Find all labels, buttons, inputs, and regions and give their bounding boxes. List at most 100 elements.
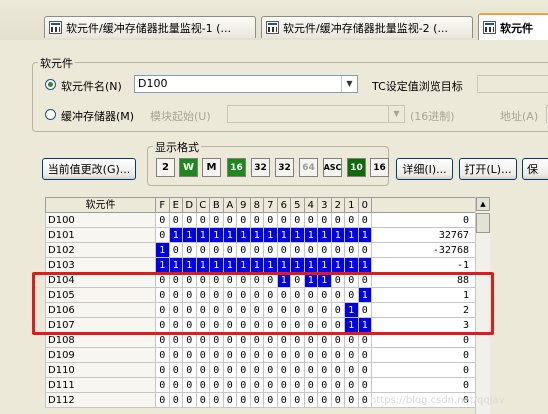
bit-cell[interactable]: 0 [303,347,318,363]
bit-cell[interactable]: 0 [209,362,224,378]
module-start-combobox[interactable]: ▼ [227,105,405,123]
bit-cell[interactable]: 0 [344,377,359,393]
bit-cell[interactable]: 0 [236,212,251,228]
bit-cell[interactable]: 0 [317,362,332,378]
bit-cell[interactable]: 0 [249,347,264,363]
bit-cell[interactable]: 1 [168,257,183,273]
bit-cell[interactable]: 0 [344,212,359,228]
bit-cell[interactable]: 0 [168,242,183,258]
scroll-up-icon[interactable]: ▲ [476,197,490,211]
details-button[interactable]: 详细(I)... [396,158,453,180]
bit-cell[interactable]: 0 [182,392,197,408]
bit-cell[interactable]: 0 [344,347,359,363]
bit-cell[interactable]: 0 [236,377,251,393]
bit-cell[interactable]: 0 [249,212,264,228]
bit-cell[interactable]: 0 [222,362,237,378]
bit-cell[interactable]: 0 [182,347,197,363]
save-button[interactable]: 保 [522,158,548,180]
value-cell[interactable]: 0 [371,212,476,228]
value-cell[interactable]: -1 [371,257,476,273]
device-name-radio[interactable] [45,79,56,90]
bit-cell[interactable]: 0 [222,377,237,393]
table-row[interactable]: D103 1 1 1 1 1 1 1 1 1 1 1 1 1 1 1 1 -1 [45,257,476,273]
chevron-down-icon[interactable]: ▼ [388,106,404,122]
bit-cell[interactable]: 0 [195,242,210,258]
bit-cell[interactable]: 1 [236,257,251,273]
bit-cell[interactable]: 0 [195,212,210,228]
bit-cell[interactable]: 0 [209,242,224,258]
bit-cell[interactable]: 0 [303,362,318,378]
format-word-button[interactable]: W [179,158,198,177]
bit-cell[interactable]: 0 [249,242,264,258]
bit-cell[interactable]: 0 [182,377,197,393]
bit-cell[interactable]: 1 [182,257,197,273]
bit-cell[interactable]: 0 [290,377,305,393]
bit-cell[interactable]: 1 [209,227,224,243]
table-row[interactable]: D100 0 0 0 0 0 0 0 0 0 0 0 0 0 0 0 0 0 [45,212,476,228]
table-row[interactable]: D110 0 0 0 0 0 0 0 0 0 0 0 0 0 0 0 0 0 [45,362,476,378]
bit-cell[interactable]: 0 [344,242,359,258]
scrollbar-thumb[interactable] [476,213,490,233]
bit-cell[interactable]: 1 [317,257,332,273]
value-cell[interactable]: 0 [371,347,476,363]
bit-cell[interactable]: 1 [357,227,372,243]
bit-cell[interactable]: 1 [290,227,305,243]
buffer-memory-radio[interactable] [45,109,56,120]
value-cell[interactable]: 32767 [371,227,476,243]
format-32bit-float-button[interactable]: 32 [275,158,294,177]
bit-cell[interactable]: 0 [317,392,332,408]
open-button[interactable]: 打开(L)... [459,158,517,180]
bit-cell[interactable]: 0 [276,392,291,408]
bit-cell[interactable]: 1 [249,227,264,243]
bit-cell[interactable]: 0 [222,212,237,228]
format-32bit-button[interactable]: 32 [251,158,270,177]
bit-cell[interactable]: 0 [155,212,170,228]
bit-cell[interactable]: 1 [195,227,210,243]
tab-batch-monitor-2[interactable]: 软元件/缓冲存储器批量监视-2 (... [261,16,473,38]
bit-cell[interactable]: 1 [344,227,359,243]
bit-cell[interactable]: 0 [155,227,170,243]
bit-cell[interactable]: 0 [290,392,305,408]
bit-cell[interactable]: 0 [303,212,318,228]
bit-cell[interactable]: 0 [195,377,210,393]
bit-cell[interactable]: 0 [249,392,264,408]
format-64bit-button[interactable]: 64 [299,158,318,177]
bit-cell[interactable]: 0 [357,347,372,363]
bit-cell[interactable]: 0 [276,212,291,228]
bit-cell[interactable]: 1 [344,257,359,273]
bit-cell[interactable]: 0 [182,242,197,258]
bit-cell[interactable]: 0 [249,377,264,393]
bit-cell[interactable]: 1 [182,227,197,243]
change-current-value-button[interactable]: 当前值更改(G)... [42,158,136,180]
bit-cell[interactable]: 0 [168,347,183,363]
format-decimal-button[interactable]: 10 [347,158,366,177]
bit-cell[interactable]: 0 [330,347,345,363]
bit-cell[interactable]: 1 [222,227,237,243]
bit-cell[interactable]: 0 [209,347,224,363]
bit-cell[interactable]: 0 [317,347,332,363]
bit-cell[interactable]: 0 [276,242,291,258]
bit-cell[interactable]: 0 [263,347,278,363]
bit-cell[interactable]: 0 [303,392,318,408]
bit-cell[interactable]: 1 [168,227,183,243]
bit-cell[interactable]: 0 [195,347,210,363]
bit-cell[interactable]: 0 [330,362,345,378]
bit-cell[interactable]: 0 [168,377,183,393]
bit-cell[interactable]: 1 [317,227,332,243]
bit-cell[interactable]: 0 [276,362,291,378]
bit-cell[interactable]: 1 [209,257,224,273]
bit-cell[interactable]: 1 [303,227,318,243]
bit-cell[interactable]: 0 [357,377,372,393]
bit-cell[interactable]: 0 [236,347,251,363]
bit-cell[interactable]: 0 [155,392,170,408]
bit-cell[interactable]: 0 [236,242,251,258]
bit-cell[interactable]: 1 [276,227,291,243]
bit-cell[interactable]: 1 [330,227,345,243]
bit-cell[interactable]: 0 [168,212,183,228]
bit-cell[interactable]: 1 [303,257,318,273]
bit-cell[interactable]: 0 [263,377,278,393]
bit-cell[interactable]: 1 [263,257,278,273]
bit-cell[interactable]: 0 [236,392,251,408]
bit-cell[interactable]: 0 [263,212,278,228]
bit-cell[interactable]: 1 [290,257,305,273]
